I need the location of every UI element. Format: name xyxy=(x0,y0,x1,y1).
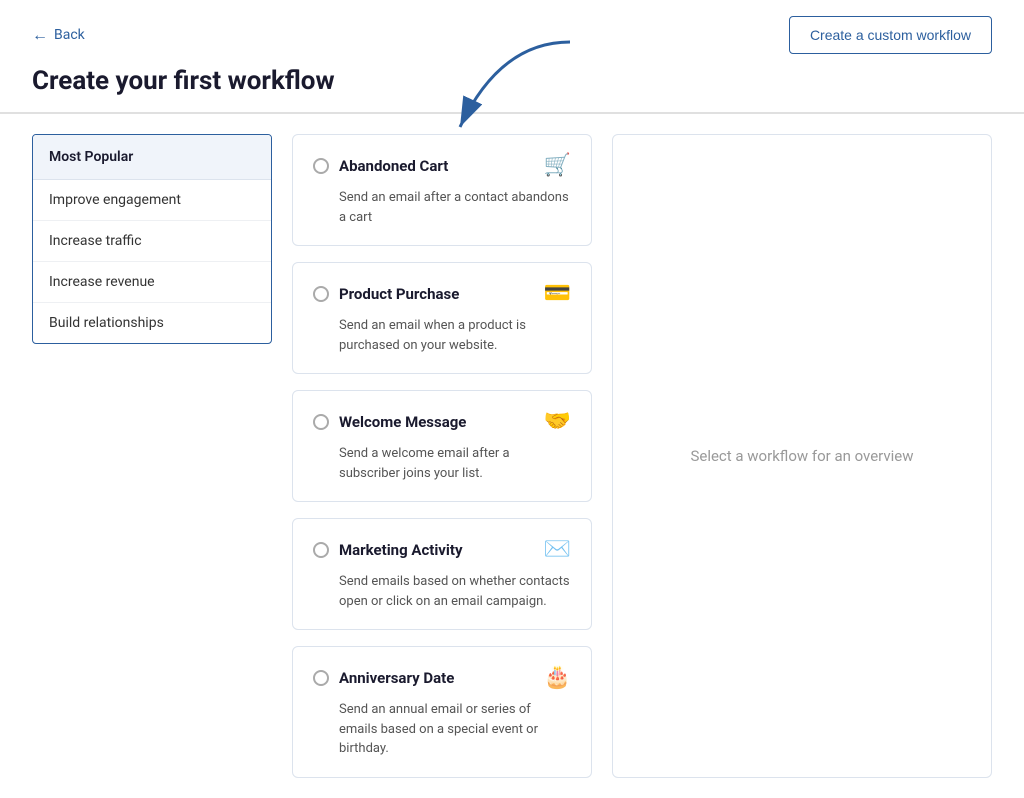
workflow-desc-marketing-activity: Send emails based on whether contacts op… xyxy=(313,572,571,611)
page-title: Create your first workflow xyxy=(32,66,992,96)
title-row: Welcome Message xyxy=(313,413,466,431)
abandoned-cart-icon: 🛒 xyxy=(544,153,571,178)
workflow-desc-anniversary-date: Send an annual email or series of emails… xyxy=(313,700,571,759)
radio-marketing-activity[interactable] xyxy=(313,542,329,558)
workflow-card-header: Welcome Message 🤝 xyxy=(313,409,571,434)
radio-product-purchase[interactable] xyxy=(313,286,329,302)
title-row: Product Purchase xyxy=(313,285,459,303)
workflow-card-header: Marketing Activity ✉️ xyxy=(313,537,571,562)
title-row: Abandoned Cart xyxy=(313,157,448,175)
product-purchase-icon: 💳 xyxy=(544,281,571,306)
title-row: Anniversary Date xyxy=(313,669,454,687)
workflow-title-anniversary-date: Anniversary Date xyxy=(339,669,454,687)
welcome-message-icon: 🤝 xyxy=(544,409,571,434)
workflow-title-product-purchase: Product Purchase xyxy=(339,285,459,303)
workflow-card-anniversary-date[interactable]: Anniversary Date 🎂 Send an annual email … xyxy=(292,646,592,778)
workflow-title-abandoned-cart: Abandoned Cart xyxy=(339,157,448,175)
workflow-title-marketing-activity: Marketing Activity xyxy=(339,541,463,559)
workflow-card-header: Product Purchase 💳 xyxy=(313,281,571,306)
radio-anniversary-date[interactable] xyxy=(313,670,329,686)
workflow-title-welcome-message: Welcome Message xyxy=(339,413,466,431)
workflow-card-abandoned-cart[interactable]: Abandoned Cart 🛒 Send an email after a c… xyxy=(292,134,592,246)
sidebar-item-increase-revenue[interactable]: Increase revenue xyxy=(33,262,271,303)
workflow-card-header: Abandoned Cart 🛒 xyxy=(313,153,571,178)
workflow-desc-welcome-message: Send a welcome email after a subscriber … xyxy=(313,444,571,483)
main-content: Most Popular Improve engagement Increase… xyxy=(0,114,1024,798)
workflow-desc-product-purchase: Send an email when a product is purchase… xyxy=(313,316,571,355)
workflow-overview-panel: Select a workflow for an overview xyxy=(612,134,992,778)
marketing-activity-icon: ✉️ xyxy=(544,537,571,562)
overview-placeholder: Select a workflow for an overview xyxy=(690,447,913,465)
workflow-card-marketing-activity[interactable]: Marketing Activity ✉️ Send emails based … xyxy=(292,518,592,630)
workflow-list: Abandoned Cart 🛒 Send an email after a c… xyxy=(292,134,592,778)
sidebar-header: Most Popular xyxy=(33,135,271,180)
back-arrow-icon: ← xyxy=(32,25,48,45)
sidebar-item-increase-traffic[interactable]: Increase traffic xyxy=(33,221,271,262)
workflow-desc-abandoned-cart: Send an email after a contact abandons a… xyxy=(313,188,571,227)
sidebar-item-improve-engagement[interactable]: Improve engagement xyxy=(33,180,271,221)
workflow-card-welcome-message[interactable]: Welcome Message 🤝 Send a welcome email a… xyxy=(292,390,592,502)
workflow-card-product-purchase[interactable]: Product Purchase 💳 Send an email when a … xyxy=(292,262,592,374)
workflow-card-header: Anniversary Date 🎂 xyxy=(313,665,571,690)
sidebar: Most Popular Improve engagement Increase… xyxy=(32,134,272,344)
anniversary-date-icon: 🎂 xyxy=(544,665,571,690)
title-row: Marketing Activity xyxy=(313,541,463,559)
back-link[interactable]: ← Back xyxy=(32,25,85,45)
radio-abandoned-cart[interactable] xyxy=(313,158,329,174)
radio-welcome-message[interactable] xyxy=(313,414,329,430)
sidebar-item-build-relationships[interactable]: Build relationships xyxy=(33,303,271,343)
create-custom-workflow-button[interactable]: Create a custom workflow xyxy=(789,16,992,54)
back-label: Back xyxy=(54,27,85,43)
